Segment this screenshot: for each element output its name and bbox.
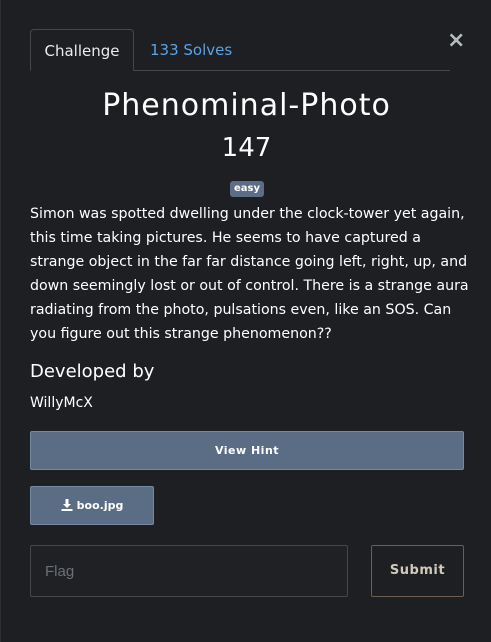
flag-input[interactable] bbox=[30, 545, 348, 597]
submit-button[interactable]: Submit bbox=[371, 545, 464, 597]
challenge-points: 147 bbox=[221, 133, 272, 163]
challenge-modal: Challenge 133 Solves × Phenominal-Photo … bbox=[0, 0, 491, 642]
view-hint-button[interactable]: View Hint bbox=[30, 431, 464, 470]
developer-name: WillyMcX bbox=[30, 395, 93, 411]
developer-heading: Developed by bbox=[30, 361, 155, 382]
tab-bar: Challenge 133 Solves bbox=[30, 29, 450, 71]
file-name: boo.jpg bbox=[76, 499, 124, 512]
difficulty-badge: easy bbox=[230, 181, 265, 197]
challenge-title: Phenominal-Photo bbox=[102, 88, 391, 123]
challenge-description: Simon was spotted dwelling under the clo… bbox=[30, 206, 469, 342]
close-icon[interactable]: × bbox=[447, 30, 465, 52]
file-download-button[interactable]: boo.jpg bbox=[30, 486, 154, 525]
tab-solves[interactable]: 133 Solves bbox=[150, 29, 232, 71]
download-icon bbox=[61, 499, 73, 511]
tab-challenge[interactable]: Challenge bbox=[30, 29, 134, 71]
